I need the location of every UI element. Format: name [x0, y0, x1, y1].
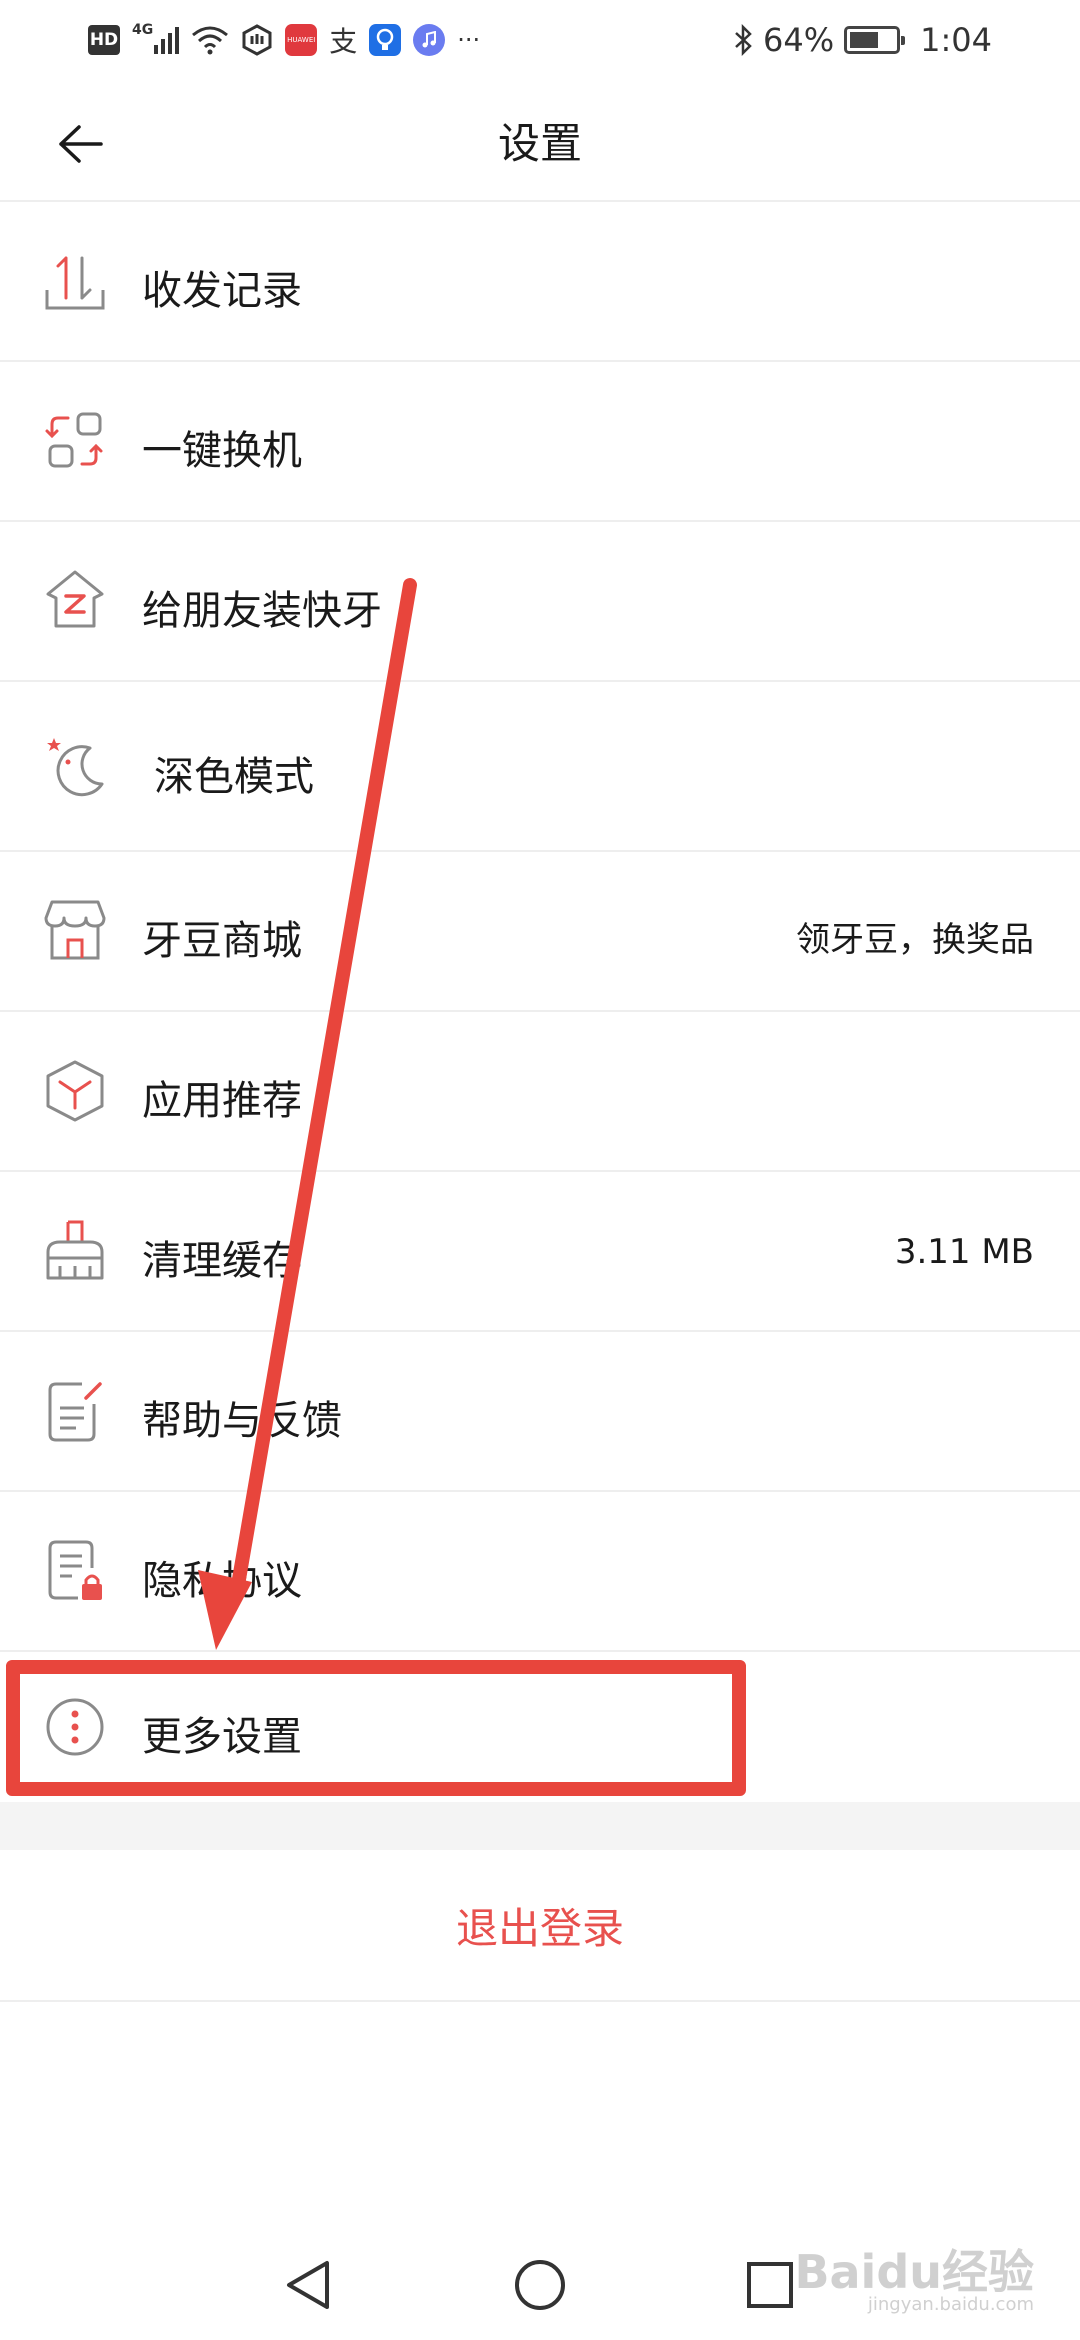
- logout-button[interactable]: 退出登录: [0, 1850, 1080, 2002]
- battery-fill: [850, 32, 879, 48]
- settings-item-label: 更多设置: [142, 1714, 302, 1760]
- nav-back-button[interactable]: [274, 2250, 344, 2320]
- moon-icon: [47, 738, 104, 797]
- status-bar-left-icons: HD 4G HUAWEI 支 ···: [88, 18, 480, 62]
- broom-icon: [46, 1220, 104, 1280]
- settings-item-help-feedback[interactable]: 帮助与反馈: [0, 1332, 1080, 1492]
- settings-item-more-settings[interactable]: 更多设置: [0, 1652, 1080, 1802]
- house-share-icon: [46, 570, 104, 628]
- status-bar-right: 64% 1:04: [733, 18, 992, 62]
- settings-item-transfer-history[interactable]: 收发记录: [0, 202, 1080, 362]
- settings-item-label: 收发记录: [142, 268, 302, 314]
- watermark-text: Baidu经验: [794, 2245, 1034, 2299]
- cube-icon: [46, 1060, 104, 1122]
- alipay-char: 支: [329, 25, 358, 58]
- triangle-back-icon: [287, 2261, 329, 2309]
- store-icon: [44, 900, 106, 960]
- wifi-icon: [191, 22, 229, 58]
- header: 设置: [0, 80, 1080, 202]
- phone-switch-icon: [45, 412, 103, 468]
- bulb-app-icon: [369, 24, 402, 56]
- 4g-signal-icon: 4G: [132, 22, 180, 58]
- nfc-icon: [241, 22, 273, 58]
- settings-item-value: 领牙豆，换奖品: [796, 920, 1034, 960]
- settings-item-dark-mode[interactable]: 深色模式: [0, 682, 1080, 852]
- settings-item-label: 清理缓存: [142, 1238, 302, 1284]
- settings-item-value: 3.11 MB: [894, 1232, 1034, 1272]
- huawei-app-icon: HUAWEI: [285, 24, 318, 56]
- music-app-icon: [413, 24, 446, 56]
- settings-item-clear-cache[interactable]: 清理缓存 3.11 MB: [0, 1172, 1080, 1332]
- network-type-text: 4G: [132, 22, 154, 38]
- alipay-icon: 支: [329, 22, 357, 58]
- clock: 1:04: [920, 21, 992, 59]
- privacy-lock-doc-icon: [48, 1540, 102, 1600]
- settings-item-label: 深色模式: [154, 754, 314, 800]
- status-bar: HD 4G HUAWEI 支 ··· 64% 1:04: [0, 0, 1080, 80]
- logout-label: 退出登录: [455, 1903, 624, 1953]
- settings-item-store[interactable]: 牙豆商城 领牙豆，换奖品: [0, 852, 1080, 1012]
- settings-item-share-app[interactable]: 给朋友装快牙: [0, 522, 1080, 682]
- circle-home-icon: [515, 2260, 565, 2310]
- more-notifications-text: ···: [457, 26, 481, 54]
- hd-icon: HD: [88, 25, 120, 55]
- settings-item-app-recommend[interactable]: 应用推荐: [0, 1012, 1080, 1172]
- settings-item-label: 一键换机: [142, 428, 302, 474]
- battery-icon: [844, 26, 906, 54]
- more-icon: ···: [457, 22, 480, 58]
- hd-text: HD: [89, 30, 119, 50]
- settings-item-privacy[interactable]: 隐私协议: [0, 1492, 1080, 1652]
- page-title: 设置: [497, 119, 582, 168]
- square-recents-icon: [747, 2262, 793, 2308]
- huawei-app-label: HUAWEI: [287, 36, 316, 44]
- settings-item-label: 牙豆商城: [142, 918, 302, 964]
- settings-item-label: 应用推荐: [142, 1078, 302, 1124]
- watermark-sub: jingyan.baidu.com: [867, 2294, 1034, 2315]
- settings-item-label: 隐私协议: [142, 1558, 302, 1604]
- settings-item-label: 帮助与反馈: [142, 1398, 342, 1444]
- settings-item-phone-switch[interactable]: 一键换机: [0, 362, 1080, 522]
- bluetooth-icon: [733, 22, 753, 58]
- baidu-jingyan-watermark: Baidu经验 jingyan.baidu.com: [794, 2236, 1034, 2315]
- settings-item-label: 给朋友装快牙: [142, 588, 382, 634]
- battery-percent: 64%: [763, 21, 835, 59]
- nav-home-button[interactable]: [505, 2250, 575, 2320]
- section-gap: [0, 1802, 1080, 1850]
- feedback-doc-icon: [48, 1382, 102, 1442]
- more-vertical-icon: [46, 1698, 104, 1756]
- transfer-arrows-icon: [45, 256, 105, 310]
